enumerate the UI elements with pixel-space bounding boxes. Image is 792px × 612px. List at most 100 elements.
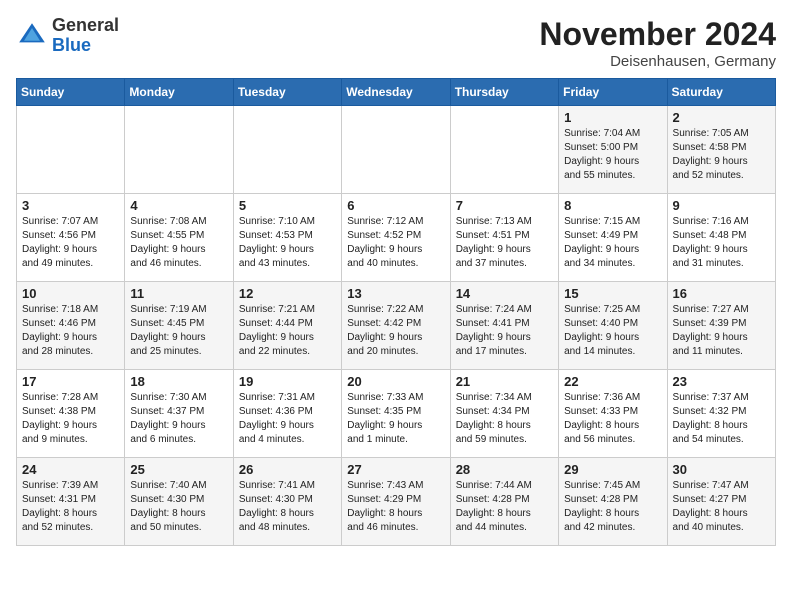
day-info: Sunrise: 7:37 AM Sunset: 4:32 PM Dayligh…	[673, 391, 770, 447]
day-number: 5	[239, 198, 336, 213]
calendar-cell: 6Sunrise: 7:12 AM Sunset: 4:52 PM Daylig…	[342, 194, 450, 282]
calendar-cell: 4Sunrise: 7:08 AM Sunset: 4:55 PM Daylig…	[125, 194, 233, 282]
day-info: Sunrise: 7:05 AM Sunset: 4:58 PM Dayligh…	[673, 127, 770, 183]
calendar-cell: 30 Sunrise: 7:47 AM Sunset: 4:27 PM Dayli…	[667, 458, 775, 546]
calendar-header: SundayMondayTuesdayWednesdayThursdayFrid…	[17, 79, 776, 106]
logo-icon	[16, 20, 48, 52]
calendar-cell: 24Sunrise: 7:39 AM Sunset: 4:31 PM Dayli…	[17, 458, 125, 546]
calendar-cell: 18 Sunrise: 7:30 AM Sunset: 4:37 PM Dayli…	[125, 370, 233, 458]
calendar-cell: 11 Sunrise: 7:19 AM Sunset: 4:45 PM Dayli…	[125, 282, 233, 370]
day-info: Sunrise: 7:40 AM Sunset: 4:30 PM Dayligh…	[130, 479, 227, 535]
day-number: 17	[22, 374, 119, 389]
weekday-header-tuesday: Tuesday	[233, 79, 341, 106]
day-number: 21	[456, 374, 553, 389]
calendar-cell: 1 Sunrise: 7:04 AM Sunset: 5:00 PM Daylig…	[559, 106, 667, 194]
day-number: 25	[130, 462, 227, 477]
day-number: 13	[347, 286, 444, 301]
logo-blue: Blue	[52, 36, 119, 56]
day-info: Sunrise: 7:08 AM Sunset: 4:55 PM Dayligh…	[130, 215, 227, 271]
month-title: November 2024	[539, 16, 776, 53]
calendar-cell: 8 Sunrise: 7:15 AM Sunset: 4:49 PM Daylig…	[559, 194, 667, 282]
weekday-header-saturday: Saturday	[667, 79, 775, 106]
day-info: Sunrise: 7:43 AM Sunset: 4:29 PM Dayligh…	[347, 479, 444, 535]
day-info: Sunrise: 7:33 AM Sunset: 4:35 PM Dayligh…	[347, 391, 444, 447]
day-number: 14	[456, 286, 553, 301]
calendar-cell: 17 Sunrise: 7:28 AM Sunset: 4:38 PM Dayli…	[17, 370, 125, 458]
page-header: General Blue November 2024 Deisenhausen,…	[16, 16, 776, 70]
calendar-cell: 20 Sunrise: 7:33 AM Sunset: 4:35 PM Dayli…	[342, 370, 450, 458]
day-info: Sunrise: 7:22 AM Sunset: 4:42 PM Dayligh…	[347, 303, 444, 359]
calendar-week-2: 3Sunrise: 7:07 AM Sunset: 4:56 PM Daylig…	[17, 194, 776, 282]
day-info: Sunrise: 7:12 AM Sunset: 4:52 PM Dayligh…	[347, 215, 444, 271]
day-info: Sunrise: 7:45 AM Sunset: 4:28 PM Dayligh…	[564, 479, 661, 535]
day-number: 9	[673, 198, 770, 213]
day-number: 12	[239, 286, 336, 301]
calendar-cell: 9 Sunrise: 7:16 AM Sunset: 4:48 PM Daylig…	[667, 194, 775, 282]
calendar-week-4: 17 Sunrise: 7:28 AM Sunset: 4:38 PM Dayli…	[17, 370, 776, 458]
day-info: Sunrise: 7:28 AM Sunset: 4:38 PM Dayligh…	[22, 391, 119, 447]
title-block: November 2024 Deisenhausen, Germany	[539, 16, 776, 70]
weekday-header-friday: Friday	[559, 79, 667, 106]
day-info: Sunrise: 7:21 AM Sunset: 4:44 PM Dayligh…	[239, 303, 336, 359]
calendar-cell	[342, 106, 450, 194]
day-number: 20	[347, 374, 444, 389]
day-number: 8	[564, 198, 661, 213]
location: Deisenhausen, Germany	[539, 53, 776, 70]
logo: General Blue	[16, 16, 119, 56]
logo-text: General Blue	[52, 16, 119, 56]
calendar-cell: 14 Sunrise: 7:24 AM Sunset: 4:41 PM Dayli…	[450, 282, 558, 370]
calendar-cell: 26Sunrise: 7:41 AM Sunset: 4:30 PM Dayli…	[233, 458, 341, 546]
day-info: Sunrise: 7:27 AM Sunset: 4:39 PM Dayligh…	[673, 303, 770, 359]
day-number: 10	[22, 286, 119, 301]
calendar-cell: 15 Sunrise: 7:25 AM Sunset: 4:40 PM Dayli…	[559, 282, 667, 370]
calendar-cell: 23 Sunrise: 7:37 AM Sunset: 4:32 PM Dayli…	[667, 370, 775, 458]
calendar-cell: 19 Sunrise: 7:31 AM Sunset: 4:36 PM Dayli…	[233, 370, 341, 458]
day-number: 18	[130, 374, 227, 389]
calendar-cell: 21 Sunrise: 7:34 AM Sunset: 4:34 PM Dayli…	[450, 370, 558, 458]
day-number: 23	[673, 374, 770, 389]
day-number: 2	[673, 110, 770, 125]
calendar-cell: 2 Sunrise: 7:05 AM Sunset: 4:58 PM Daylig…	[667, 106, 775, 194]
day-info: Sunrise: 7:04 AM Sunset: 5:00 PM Dayligh…	[564, 127, 661, 183]
calendar-cell: 25 Sunrise: 7:40 AM Sunset: 4:30 PM Dayli…	[125, 458, 233, 546]
day-info: Sunrise: 7:15 AM Sunset: 4:49 PM Dayligh…	[564, 215, 661, 271]
day-number: 11	[130, 286, 227, 301]
day-info: Sunrise: 7:25 AM Sunset: 4:40 PM Dayligh…	[564, 303, 661, 359]
day-info: Sunrise: 7:13 AM Sunset: 4:51 PM Dayligh…	[456, 215, 553, 271]
calendar-table: SundayMondayTuesdayWednesdayThursdayFrid…	[16, 78, 776, 546]
day-number: 16	[673, 286, 770, 301]
day-number: 27	[347, 462, 444, 477]
calendar-cell: 7 Sunrise: 7:13 AM Sunset: 4:51 PM Daylig…	[450, 194, 558, 282]
calendar-cell: 12 Sunrise: 7:21 AM Sunset: 4:44 PM Dayli…	[233, 282, 341, 370]
day-number: 19	[239, 374, 336, 389]
calendar-cell	[450, 106, 558, 194]
day-number: 15	[564, 286, 661, 301]
calendar-cell	[125, 106, 233, 194]
day-info: Sunrise: 7:31 AM Sunset: 4:36 PM Dayligh…	[239, 391, 336, 447]
day-number: 7	[456, 198, 553, 213]
day-info: Sunrise: 7:36 AM Sunset: 4:33 PM Dayligh…	[564, 391, 661, 447]
calendar-cell: 27 Sunrise: 7:43 AM Sunset: 4:29 PM Dayli…	[342, 458, 450, 546]
logo-general: General	[52, 16, 119, 36]
calendar-cell: 3Sunrise: 7:07 AM Sunset: 4:56 PM Daylig…	[17, 194, 125, 282]
day-info: Sunrise: 7:16 AM Sunset: 4:48 PM Dayligh…	[673, 215, 770, 271]
weekday-header-thursday: Thursday	[450, 79, 558, 106]
calendar-week-1: 1 Sunrise: 7:04 AM Sunset: 5:00 PM Daylig…	[17, 106, 776, 194]
weekday-header-wednesday: Wednesday	[342, 79, 450, 106]
day-info: Sunrise: 7:34 AM Sunset: 4:34 PM Dayligh…	[456, 391, 553, 447]
calendar-cell: 10Sunrise: 7:18 AM Sunset: 4:46 PM Dayli…	[17, 282, 125, 370]
day-number: 1	[564, 110, 661, 125]
day-info: Sunrise: 7:47 AM Sunset: 4:27 PM Dayligh…	[673, 479, 770, 535]
weekday-header-row: SundayMondayTuesdayWednesdayThursdayFrid…	[17, 79, 776, 106]
calendar-cell	[233, 106, 341, 194]
day-number: 24	[22, 462, 119, 477]
calendar-week-5: 24Sunrise: 7:39 AM Sunset: 4:31 PM Dayli…	[17, 458, 776, 546]
day-info: Sunrise: 7:19 AM Sunset: 4:45 PM Dayligh…	[130, 303, 227, 359]
day-info: Sunrise: 7:44 AM Sunset: 4:28 PM Dayligh…	[456, 479, 553, 535]
weekday-header-monday: Monday	[125, 79, 233, 106]
day-info: Sunrise: 7:24 AM Sunset: 4:41 PM Dayligh…	[456, 303, 553, 359]
day-info: Sunrise: 7:30 AM Sunset: 4:37 PM Dayligh…	[130, 391, 227, 447]
day-number: 30	[673, 462, 770, 477]
day-info: Sunrise: 7:07 AM Sunset: 4:56 PM Dayligh…	[22, 215, 119, 271]
day-number: 29	[564, 462, 661, 477]
